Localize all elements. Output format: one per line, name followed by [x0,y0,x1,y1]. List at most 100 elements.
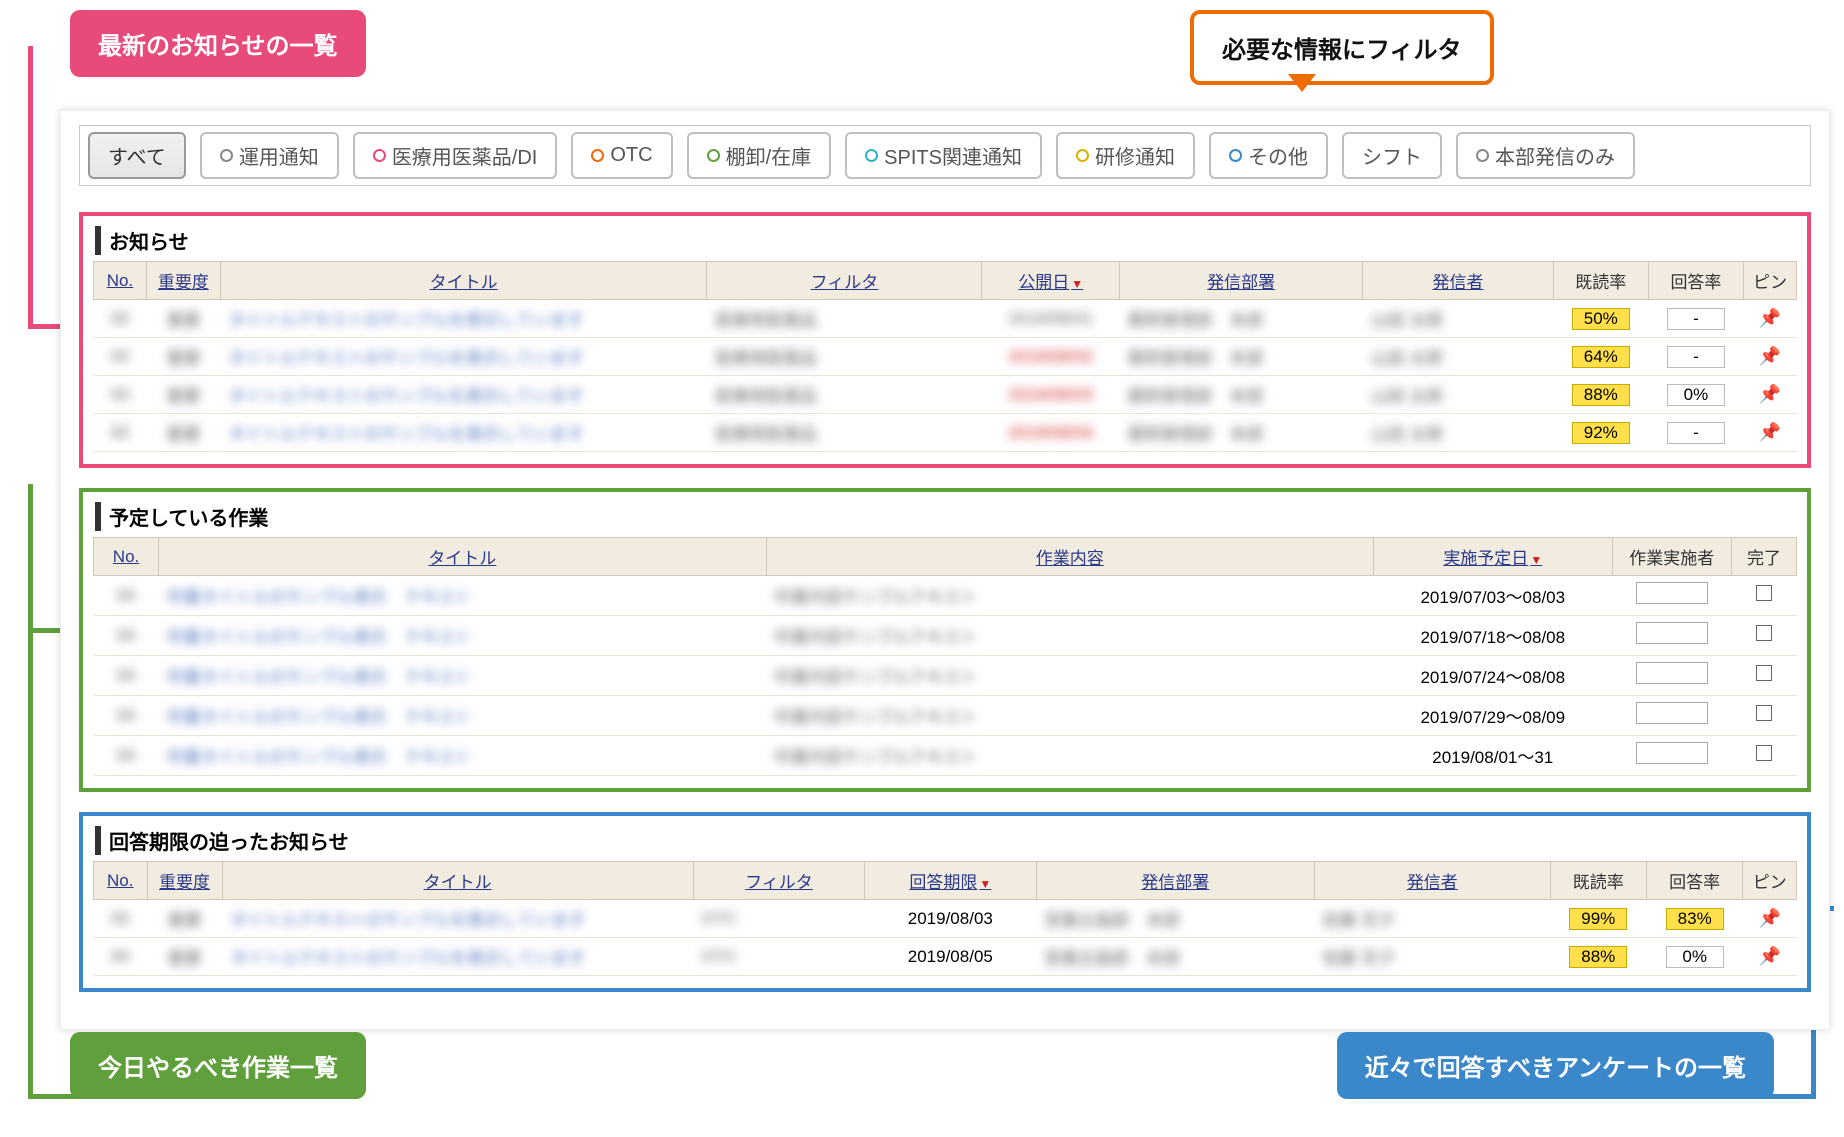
cell-title[interactable]: タイトルテキストのサンプルを表示しています [220,414,707,452]
worker-input[interactable] [1636,662,1708,684]
table-row[interactable]: 00作業タイトルのサンプル表示 テキスト作業内容サンプルテキスト2019/07/… [94,616,1797,656]
cell-readrate: 50% [1553,300,1648,338]
col-ansrate[interactable]: 回答率 [1646,862,1742,900]
read-rate-badge: 50% [1572,308,1630,330]
cell-no: 00 [94,616,159,656]
col-filter[interactable]: フィルタ [707,262,982,300]
cell-ansrate: - [1648,300,1743,338]
col-due[interactable]: 回答期限▼ [865,862,1036,900]
col-sender[interactable]: 発信者 [1314,862,1550,900]
filter-tab-training[interactable]: 研修通知 [1056,132,1195,179]
filter-tab-medical[interactable]: 医療用医薬品/DI [353,132,558,179]
table-row[interactable]: 00重要タイトルテキストのサンプルを表示しています医療用医薬品2019/08/0… [94,376,1797,414]
worker-input[interactable] [1636,702,1708,724]
filter-tab-label: SPITS関連通知 [884,141,1022,170]
col-pin[interactable]: ピン [1743,862,1797,900]
done-checkbox[interactable] [1756,665,1772,681]
worker-input[interactable] [1636,742,1708,764]
blurred-text: 営業企画部 本部 [1044,911,1180,930]
col-ansrate[interactable]: 回答率 [1648,262,1743,300]
cell-filter: OTC [693,938,864,976]
col-readrate[interactable]: 既読率 [1550,862,1646,900]
cell-done [1731,656,1796,696]
cell-title[interactable]: タイトルテキストのサンプルを表示しています [220,300,707,338]
blurred-text: 薬剤管理部 本部 [1127,387,1263,406]
blurred-text: 医療用医薬品 [715,349,817,368]
filter-tab-operation[interactable]: 運用通知 [200,132,339,179]
pin-icon[interactable]: 📌 [1759,346,1781,366]
filter-tab-label: 本部発信のみ [1495,141,1615,170]
col-no[interactable]: No. [94,262,147,300]
pin-icon[interactable]: 📌 [1758,946,1780,966]
cell-dept: 営業企画部 本部 [1036,900,1314,938]
cell-readrate: 92% [1553,414,1648,452]
col-readrate[interactable]: 既読率 [1553,262,1648,300]
worker-input[interactable] [1636,622,1708,644]
table-row[interactable]: 00重要タイトルテキストのサンプルを表示しています医療用医薬品2019/08/0… [94,300,1797,338]
cell-title[interactable]: 作業タイトルのサンプル表示 テキスト [159,696,766,736]
cell-title[interactable]: 作業タイトルのサンプル表示 テキスト [159,656,766,696]
done-checkbox[interactable] [1756,585,1772,601]
pin-icon[interactable]: 📌 [1759,384,1781,404]
cell-no: 00 [94,900,148,938]
col-dept[interactable]: 発信部署 [1119,262,1362,300]
table-row[interactable]: 00重要タイトルテキストのサンプルを表示していますOTC2019/08/03営業… [94,900,1797,938]
cell-sender: 山田 太郎 [1363,376,1553,414]
pin-icon[interactable]: 📌 [1759,422,1781,442]
filter-tab-label: シフト [1362,141,1422,170]
cell-title[interactable]: 作業タイトルのサンプル表示 テキスト [159,736,766,776]
blurred-text: 山田 太郎 [1371,311,1444,330]
col-importance[interactable]: 重要度 [147,862,222,900]
cell-importance: 重要 [147,938,222,976]
cell-dept: 薬剤管理部 本部 [1119,338,1362,376]
table-row[interactable]: 00作業タイトルのサンプル表示 テキスト作業内容サンプルテキスト2019/07/… [94,696,1797,736]
blurred-text: 作業内容サンプルテキスト [774,588,977,607]
cell-worker [1612,656,1731,696]
filter-tab-all[interactable]: すべて [88,132,186,179]
done-checkbox[interactable] [1756,745,1772,761]
filter-tab-otc[interactable]: OTC [571,132,672,179]
worker-input[interactable] [1636,582,1708,604]
table-row[interactable]: 00重要タイトルテキストのサンプルを表示しています医療用医薬品2019/08/0… [94,414,1797,452]
col-title[interactable]: タイトル [222,862,693,900]
col-pin[interactable]: ピン [1744,262,1797,300]
col-title[interactable]: タイトル [220,262,707,300]
col-worker[interactable]: 作業実施者 [1612,538,1731,576]
table-row[interactable]: 00重要タイトルテキストのサンプルを表示しています医療用医薬品2019/08/0… [94,338,1797,376]
tasks-table: No. タイトル 作業内容 実施予定日▼ 作業実施者 完了 00作業タイトルのサ… [93,537,1797,776]
cell-title[interactable]: 作業タイトルのサンプル表示 テキスト [159,616,766,656]
blurred-text: 重要 [166,425,200,444]
col-no[interactable]: No. [94,538,159,576]
blurred-text: 作業内容サンプルテキスト [774,628,977,647]
table-row[interactable]: 00作業タイトルのサンプル表示 テキスト作業内容サンプルテキスト2019/07/… [94,656,1797,696]
filter-tab-shift[interactable]: シフト [1342,132,1442,179]
col-title[interactable]: タイトル [159,538,766,576]
cell-title[interactable]: タイトルテキストのサンプルを表示しています [222,938,693,976]
filter-tab-inventory[interactable]: 棚卸/在庫 [687,132,832,179]
cell-title[interactable]: タイトルテキストのサンプルを表示しています [220,376,707,414]
pin-icon[interactable]: 📌 [1758,908,1780,928]
col-pubdate[interactable]: 公開日▼ [982,262,1120,300]
col-importance[interactable]: 重要度 [146,262,220,300]
cell-title[interactable]: タイトルテキストのサンプルを表示しています [220,338,707,376]
dot-icon [1476,149,1489,162]
col-no[interactable]: No. [94,862,148,900]
col-content[interactable]: 作業内容 [766,538,1373,576]
col-dept[interactable]: 発信部署 [1036,862,1314,900]
col-done[interactable]: 完了 [1731,538,1796,576]
table-row[interactable]: 00重要タイトルテキストのサンプルを表示していますOTC2019/08/05営業… [94,938,1797,976]
filter-tab-other[interactable]: その他 [1209,132,1328,179]
col-planned[interactable]: 実施予定日▼ [1373,538,1612,576]
col-sender[interactable]: 発信者 [1363,262,1553,300]
col-filter[interactable]: フィルタ [693,862,864,900]
done-checkbox[interactable] [1756,705,1772,721]
cell-title[interactable]: 作業タイトルのサンプル表示 テキスト [159,576,766,616]
table-row[interactable]: 00作業タイトルのサンプル表示 テキスト作業内容サンプルテキスト2019/07/… [94,576,1797,616]
filter-tab-hq-only[interactable]: 本部発信のみ [1456,132,1635,179]
cell-filter: 医療用医薬品 [707,376,982,414]
table-row[interactable]: 00作業タイトルのサンプル表示 テキスト作業内容サンプルテキスト2019/08/… [94,736,1797,776]
pin-icon[interactable]: 📌 [1759,308,1781,328]
filter-tab-spits[interactable]: SPITS関連通知 [845,132,1042,179]
cell-title[interactable]: タイトルテキストのサンプルを表示しています [222,900,693,938]
done-checkbox[interactable] [1756,625,1772,641]
